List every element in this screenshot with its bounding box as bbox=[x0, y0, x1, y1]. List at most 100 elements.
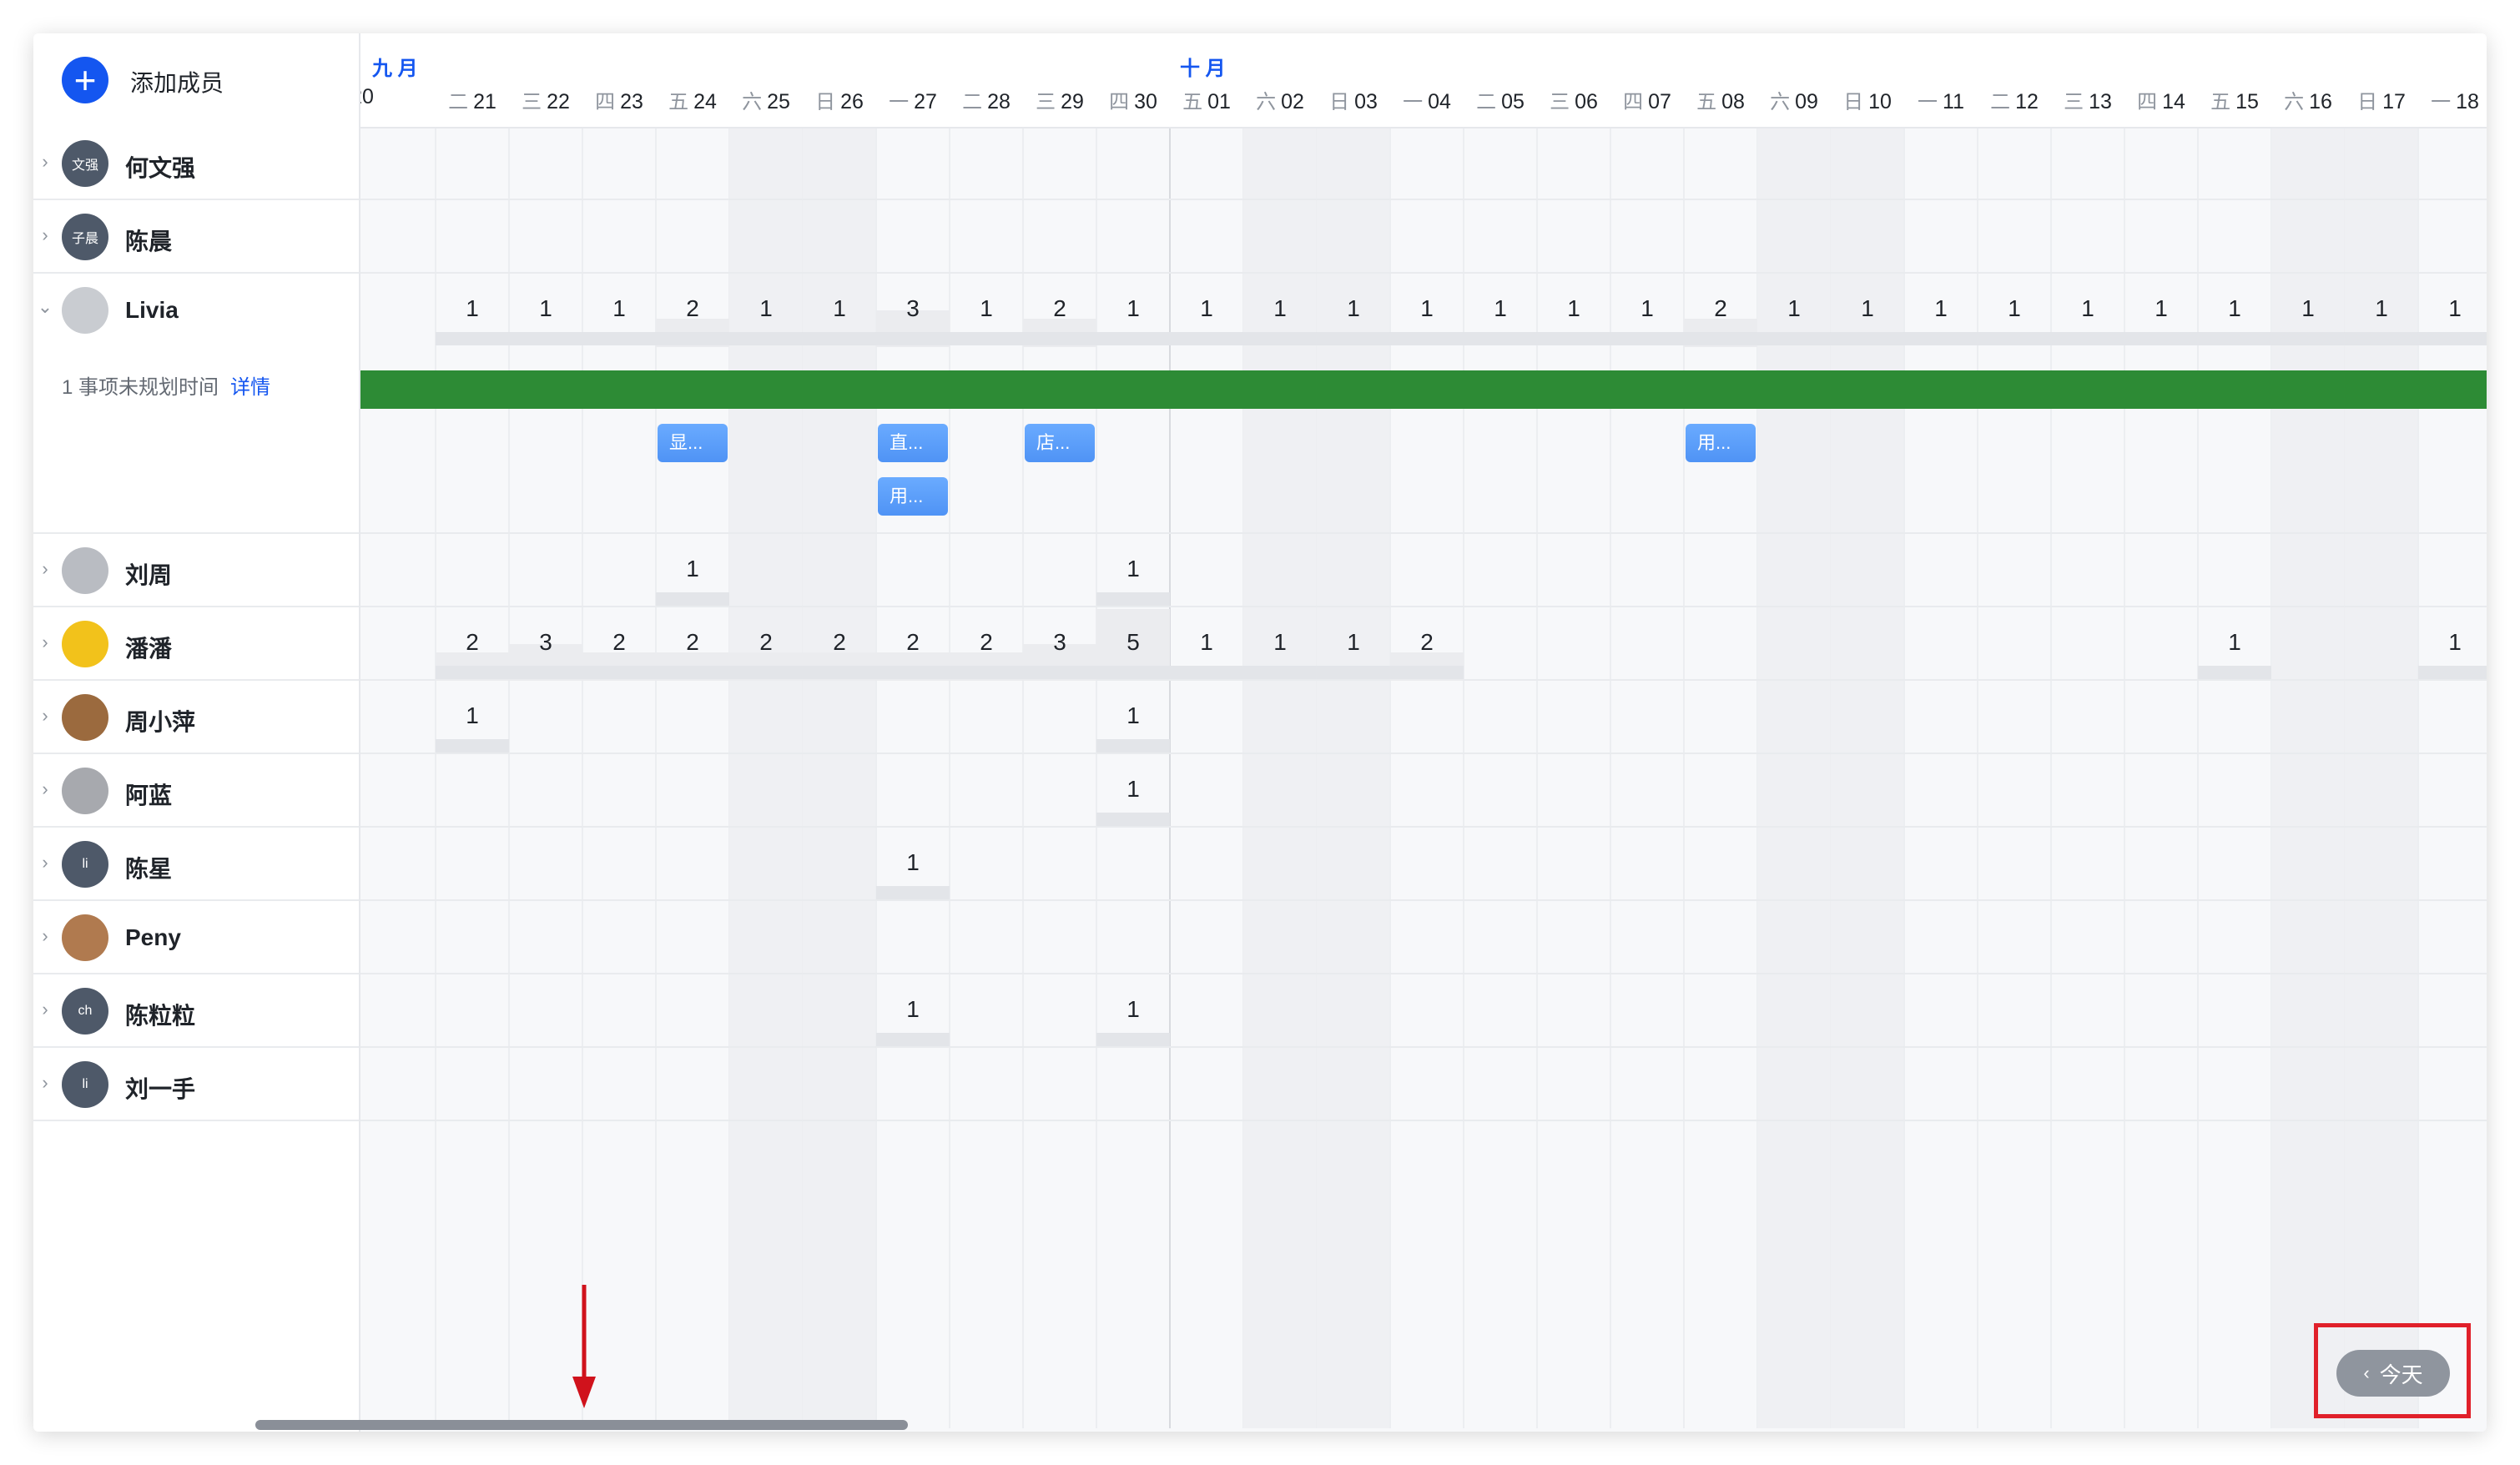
member-name: 陈粒粒 bbox=[125, 1003, 196, 1029]
date-number: 25 bbox=[767, 90, 790, 113]
weekend-column bbox=[1757, 127, 1831, 1428]
task-count: 1 bbox=[2008, 295, 2021, 321]
chevron-right-icon[interactable]: › bbox=[37, 560, 53, 578]
day-label: 一 27 bbox=[876, 85, 950, 114]
avatar bbox=[62, 768, 108, 814]
weekday-label: 三 bbox=[1550, 91, 1570, 113]
load-bar bbox=[1096, 739, 1170, 753]
load-bar bbox=[876, 886, 950, 899]
avatar: 文强 bbox=[62, 140, 108, 187]
horizontal-scrollbar[interactable] bbox=[255, 1420, 908, 1430]
chevron-right-icon[interactable]: › bbox=[37, 707, 53, 725]
weekday-label: 四 bbox=[1109, 91, 1130, 113]
task-chip[interactable]: 店... bbox=[1025, 424, 1095, 462]
day-label: 四 30 bbox=[1096, 85, 1170, 114]
task-count: 2 bbox=[1053, 295, 1066, 321]
task-chip[interactable]: 用... bbox=[878, 477, 948, 516]
avatar bbox=[62, 547, 108, 594]
day-column-line bbox=[1903, 127, 1905, 1428]
day-label: 二 05 bbox=[1464, 85, 1537, 114]
gantt-window: + 添加成员 › 文强 何文强 › 子晨 陈晨 ⌄ Livia 1 事项未规划时间 详情 › 刘周 › 潘… bbox=[33, 33, 2487, 1432]
member-row[interactable]: › 周小萍 bbox=[33, 681, 359, 754]
task-chip[interactable]: 直... bbox=[878, 424, 948, 462]
chevron-right-icon[interactable]: › bbox=[37, 853, 53, 872]
date-number: 16 bbox=[2309, 90, 2332, 113]
month-label: 十 月 bbox=[1180, 58, 1226, 80]
day-label: 二 21 bbox=[436, 85, 509, 114]
day-label: 三 06 bbox=[1537, 85, 1610, 114]
member-row[interactable]: › li 陈星 bbox=[33, 828, 359, 901]
chevron-right-icon[interactable]: › bbox=[37, 780, 53, 798]
day-column-line bbox=[1389, 127, 1391, 1428]
task-count: 1 bbox=[1126, 776, 1140, 802]
member-row[interactable]: › li 刘一手 bbox=[33, 1048, 359, 1121]
load-bar bbox=[876, 332, 950, 345]
task-count: 1 bbox=[1567, 295, 1580, 321]
task-count: 1 bbox=[1200, 295, 1213, 321]
member-row[interactable]: › 文强 何文强 bbox=[33, 127, 359, 200]
member-row[interactable]: › 刘周 bbox=[33, 534, 359, 607]
weekday-label: 六 bbox=[1256, 91, 1277, 113]
load-bar bbox=[803, 666, 876, 679]
day-label: 日 03 bbox=[1317, 85, 1390, 114]
weekend-column bbox=[729, 127, 803, 1428]
unplanned-task-bar[interactable] bbox=[359, 370, 2487, 409]
task-count: 1 bbox=[1126, 295, 1140, 321]
date-number: 05 bbox=[1501, 90, 1525, 113]
day-column-line bbox=[1610, 127, 1611, 1428]
chevron-right-icon[interactable]: › bbox=[37, 1000, 53, 1019]
load-bar bbox=[1757, 332, 1831, 345]
member-row[interactable]: ⌄ Livia 1 事项未规划时间 详情 bbox=[33, 274, 359, 534]
member-name: 阿蓝 bbox=[125, 783, 173, 808]
load-bar bbox=[2418, 666, 2487, 679]
weekday-label: 日 bbox=[2357, 91, 2378, 113]
task-count: 1 bbox=[1641, 295, 1654, 321]
chevron-right-icon[interactable]: › bbox=[37, 153, 53, 171]
chevron-right-icon[interactable]: › bbox=[37, 927, 53, 945]
task-count: 2 bbox=[686, 629, 699, 655]
day-label: 二 28 bbox=[950, 85, 1023, 114]
task-chip[interactable]: 用... bbox=[1686, 424, 1756, 462]
member-row[interactable]: › 阿蓝 bbox=[33, 754, 359, 828]
task-count: 1 bbox=[1200, 629, 1213, 655]
chevron-right-icon[interactable]: › bbox=[37, 226, 53, 244]
member-name: 刘周 bbox=[125, 562, 173, 588]
task-count: 1 bbox=[2448, 629, 2462, 655]
load-bar bbox=[729, 666, 803, 679]
add-member-button[interactable]: 添加成员 bbox=[130, 65, 224, 98]
chevron-right-icon[interactable]: › bbox=[37, 633, 53, 652]
day-label: 三 13 bbox=[2051, 85, 2124, 114]
task-count: 3 bbox=[1053, 629, 1066, 655]
task-count: 1 bbox=[906, 996, 920, 1022]
load-bar bbox=[2051, 332, 2124, 345]
member-row[interactable]: › 潘潘 bbox=[33, 607, 359, 681]
date-number: 29 bbox=[1061, 90, 1084, 113]
task-count: 1 bbox=[1494, 295, 1507, 321]
task-count: 1 bbox=[2448, 295, 2462, 321]
task-count: 1 bbox=[2228, 629, 2241, 655]
weekday-label: 二 bbox=[448, 91, 469, 113]
task-chip[interactable]: 显... bbox=[658, 424, 728, 462]
timeline-area[interactable]: 九 月十 月20二21三22四23五24六25日26一27二28三29四30五0… bbox=[359, 33, 2487, 1432]
member-row[interactable]: › Peny bbox=[33, 901, 359, 974]
chevron-right-icon[interactable]: › bbox=[37, 1074, 53, 1092]
day-label: 五 01 bbox=[1170, 85, 1243, 114]
date-number: 21 bbox=[473, 90, 496, 113]
row-divider bbox=[359, 272, 2487, 274]
date-number: 15 bbox=[2235, 90, 2259, 113]
member-row[interactable]: › ch 陈粒粒 bbox=[33, 974, 359, 1048]
plus-icon[interactable]: + bbox=[62, 57, 108, 103]
load-bar bbox=[1904, 332, 1978, 345]
member-row[interactable]: › 子晨 陈晨 bbox=[33, 200, 359, 274]
details-link[interactable]: 详情 bbox=[230, 376, 270, 399]
load-bar bbox=[656, 592, 729, 606]
day-label: 五 15 bbox=[2198, 85, 2271, 114]
load-bar bbox=[950, 332, 1023, 345]
day-label: 四 23 bbox=[582, 85, 656, 114]
chevron-down-icon[interactable]: ⌄ bbox=[37, 298, 53, 316]
avatar bbox=[62, 621, 108, 667]
member-panel: + 添加成员 › 文强 何文强 › 子晨 陈晨 ⌄ Livia 1 事项未规划时间 详情 › 刘周 › 潘… bbox=[33, 33, 360, 1432]
task-count: 1 bbox=[1347, 295, 1360, 321]
load-bar bbox=[1023, 332, 1096, 345]
task-count: 1 bbox=[1126, 702, 1140, 728]
